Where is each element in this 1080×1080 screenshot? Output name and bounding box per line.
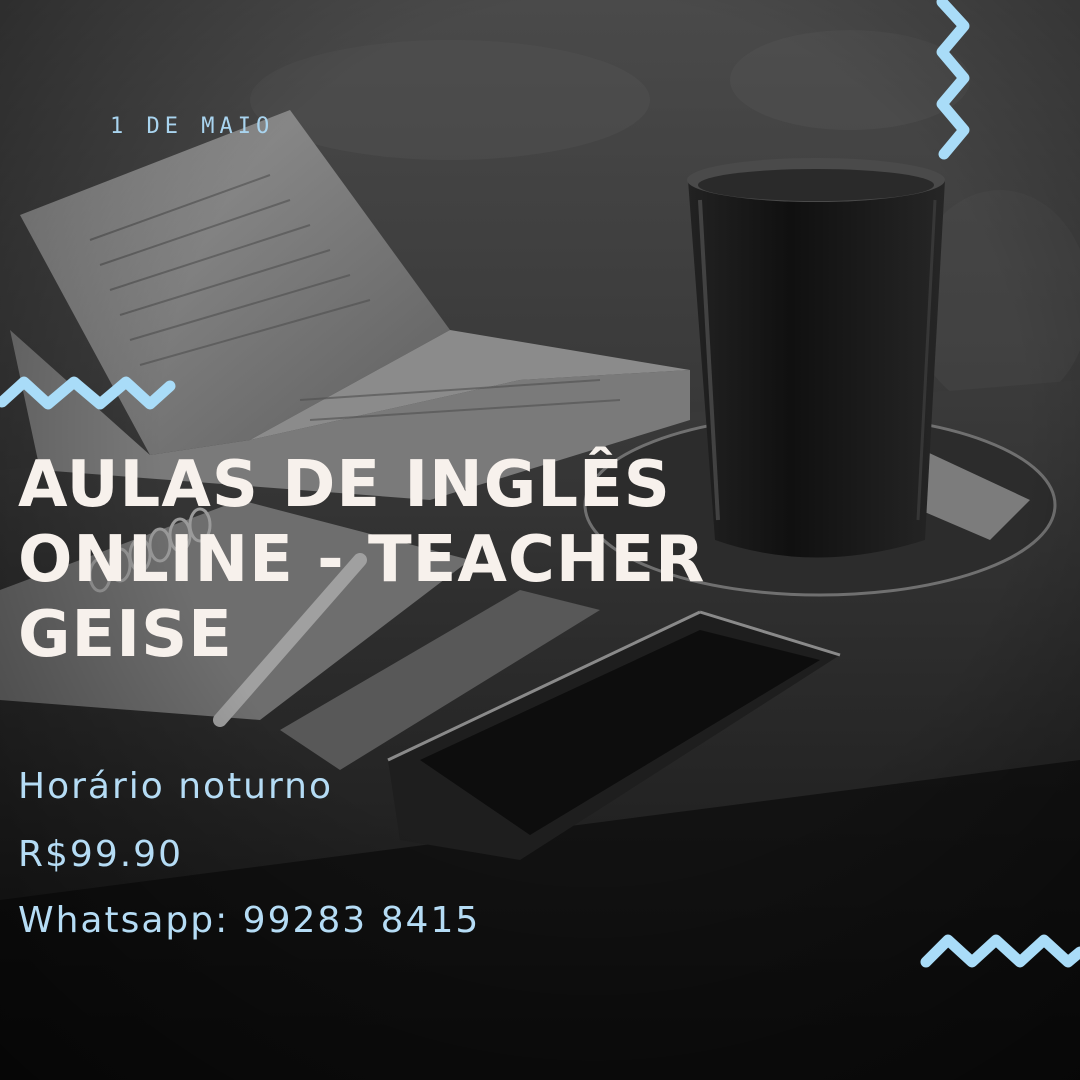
- schedule-text: Horário noturno: [18, 766, 334, 807]
- zigzag-left-icon: [0, 376, 176, 410]
- headline-line-3: GEISE: [18, 598, 233, 672]
- whatsapp-contact: Whatsapp: 99283 8415: [18, 900, 481, 941]
- zigzag-bottom-right-icon: [920, 934, 1080, 968]
- poster: 1 DE MAIO AULAS DE INGLÊS ONLINE - TEACH…: [0, 0, 1080, 1080]
- event-date: 1 DE MAIO: [110, 114, 275, 139]
- headline-line-2: ONLINE - TEACHER: [18, 523, 706, 597]
- price-text: R$99.90: [18, 834, 183, 875]
- headline: AULAS DE INGLÊS ONLINE - TEACHER GEISE: [18, 448, 778, 673]
- headline-line-1: AULAS DE INGLÊS: [18, 448, 671, 522]
- zigzag-top-right-icon: [936, 0, 970, 160]
